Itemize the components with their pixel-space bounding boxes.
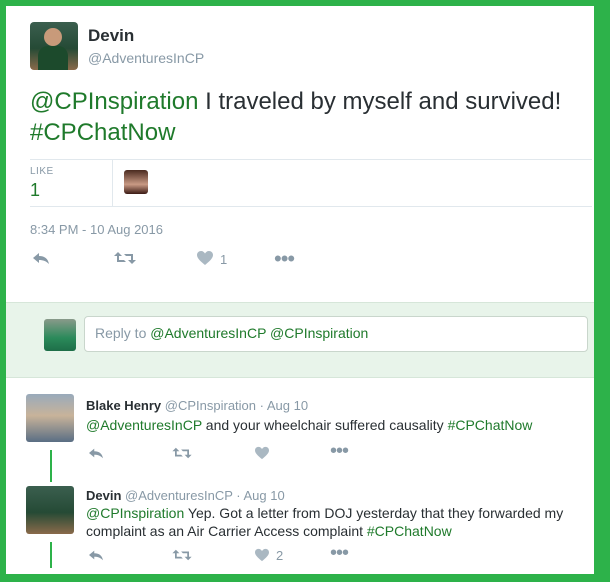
reply-hashtag-link[interactable]: #CPChatNow <box>448 417 533 433</box>
tweet-mention-link[interactable]: @CPInspiration <box>30 88 198 115</box>
tweet-frame: Devin @AdventuresInCP @CPInspiration I t… <box>6 6 594 574</box>
tweet-actions: 1 ••• <box>30 246 330 274</box>
reply-actions: ••• <box>86 440 386 466</box>
likes-count[interactable]: 1 <box>30 180 40 201</box>
stats-separator <box>112 160 113 206</box>
tweet-timestamp[interactable]: 8:34 PM - 10 Aug 2016 <box>30 222 163 237</box>
reply-header: Blake Henry @CPInspiration · Aug 10 <box>86 398 309 413</box>
reply-icon[interactable] <box>88 548 104 567</box>
reply-mention-link[interactable]: @AdventuresInCP <box>86 417 202 433</box>
like-count[interactable]: 1 <box>220 252 227 267</box>
reply-date[interactable]: Aug 10 <box>244 488 285 503</box>
reply-date[interactable]: Aug 10 <box>267 398 308 413</box>
reply-author-avatar[interactable] <box>26 486 74 534</box>
tweet-hashtag-link[interactable]: #CPChatNow <box>30 119 175 146</box>
retweet-icon[interactable] <box>172 446 192 465</box>
reply-prefix: Reply to <box>95 325 151 341</box>
author-name[interactable]: Devin <box>88 26 134 46</box>
reply-actions: 2 ••• <box>86 542 386 568</box>
reply-panel: Reply to @AdventuresInCP @CPInspiration <box>6 302 594 378</box>
tweet-body-text: I traveled by myself and survived! <box>198 88 562 115</box>
divider <box>30 159 592 160</box>
tweet-text: @CPInspiration I traveled by myself and … <box>30 86 570 148</box>
like-heart-icon[interactable] <box>254 548 270 567</box>
reply-header: Devin @AdventuresInCP · Aug 10 <box>86 488 285 503</box>
reply-mention-link[interactable]: @CPInspiration <box>86 505 184 521</box>
reply-hashtag-link[interactable]: #CPChatNow <box>367 523 452 539</box>
reply-mentions: @AdventuresInCP @CPInspiration <box>150 325 369 341</box>
more-icon[interactable]: ••• <box>330 542 349 565</box>
reply-text: @CPInspiration Yep. Got a letter from DO… <box>86 504 576 540</box>
reply-author-name[interactable]: Devin <box>86 488 121 503</box>
like-heart-icon[interactable] <box>254 446 270 465</box>
author-avatar[interactable] <box>30 22 78 70</box>
reply-author-handle[interactable]: @AdventuresInCP <box>125 488 233 503</box>
reply-author-name[interactable]: Blake Henry <box>86 398 161 413</box>
more-icon[interactable]: ••• <box>274 246 295 272</box>
reply-icon[interactable] <box>32 250 50 271</box>
current-user-avatar <box>44 319 76 351</box>
liker-avatar[interactable] <box>124 170 148 194</box>
thread-line <box>50 450 52 482</box>
reply-input[interactable]: Reply to @AdventuresInCP @CPInspiration <box>84 316 588 352</box>
reply-body-text: and your wheelchair suffered causality <box>201 417 448 433</box>
reply-author-avatar[interactable] <box>26 394 74 442</box>
thread-line <box>50 542 52 568</box>
author-handle[interactable]: @AdventuresInCP <box>88 50 204 66</box>
retweet-icon[interactable] <box>172 548 192 567</box>
divider <box>30 206 592 207</box>
retweet-icon[interactable] <box>114 250 136 271</box>
likes-label: LIKE <box>30 166 54 177</box>
reply-icon[interactable] <box>88 446 104 465</box>
like-count[interactable]: 2 <box>276 548 283 563</box>
like-heart-icon[interactable] <box>196 250 214 271</box>
reply-author-handle[interactable]: @CPInspiration <box>165 398 256 413</box>
reply-text: @AdventuresInCP and your wheelchair suff… <box>86 416 586 434</box>
more-icon[interactable]: ••• <box>330 440 349 463</box>
